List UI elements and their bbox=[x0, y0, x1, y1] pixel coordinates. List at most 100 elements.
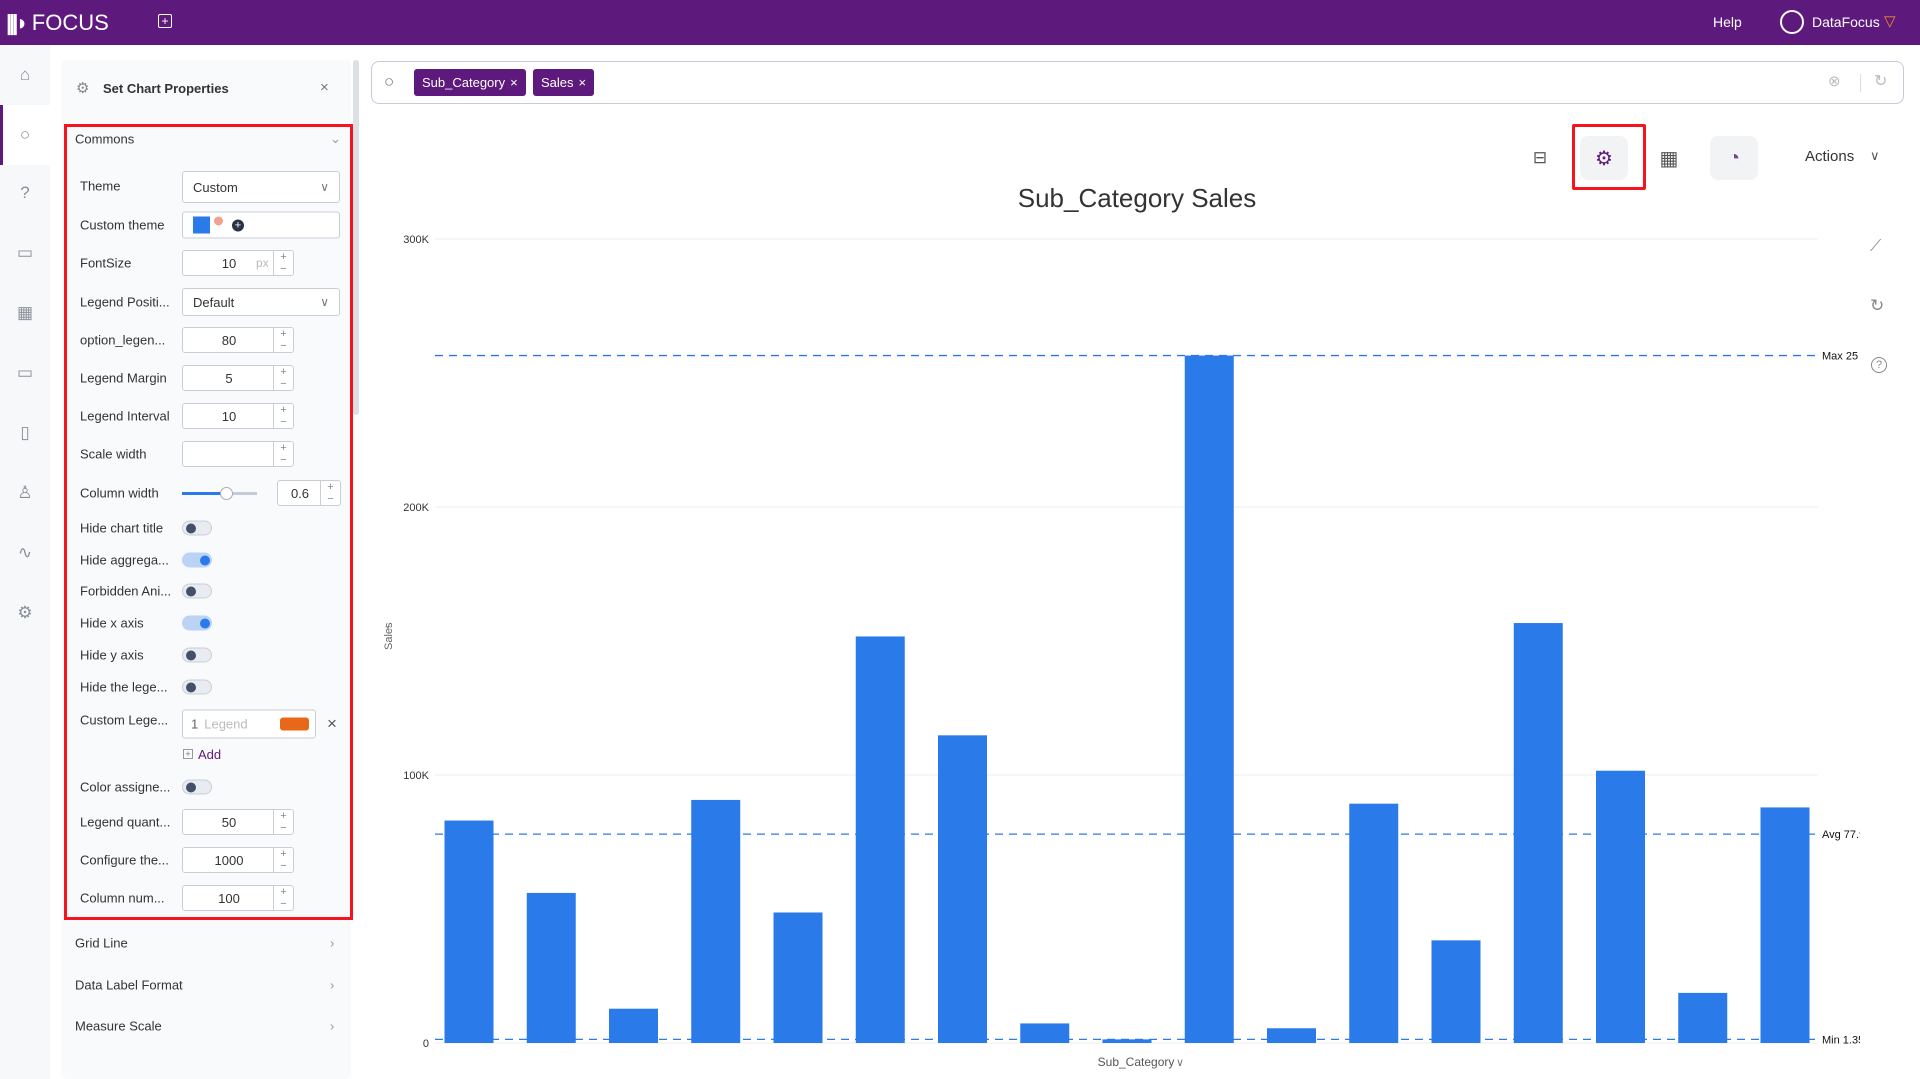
chart-type-icon[interactable]: ◔ bbox=[1710, 136, 1758, 180]
chart-info-icon[interactable]: ⊟ bbox=[1516, 136, 1564, 180]
trend-icon[interactable]: ⟋ bbox=[1870, 238, 1881, 256]
question-icon[interactable]: ? bbox=[13, 181, 37, 205]
search-chip[interactable]: Sub_Category × bbox=[414, 69, 526, 96]
configure-value: 1000 bbox=[214, 852, 244, 868]
stepper[interactable]: + − bbox=[273, 328, 293, 352]
reference-line-label: Min 1.35K bbox=[1822, 1034, 1860, 1046]
search-icon[interactable]: ○ bbox=[13, 123, 37, 147]
toggle-switch[interactable] bbox=[182, 615, 212, 631]
search-chip[interactable]: Sales × bbox=[533, 69, 595, 96]
scale-width-input[interactable]: + − bbox=[182, 441, 294, 467]
chevron-down-icon[interactable]: ⌄ bbox=[330, 131, 341, 147]
help-link[interactable]: Help bbox=[1713, 14, 1742, 30]
actions-menu[interactable]: Actions bbox=[1805, 148, 1854, 165]
refresh-search-icon[interactable]: ↻ bbox=[1874, 71, 1887, 91]
chevron-right-icon[interactable]: › bbox=[330, 978, 334, 993]
column-num-label: Column num... bbox=[80, 890, 165, 906]
stepper[interactable]: + − bbox=[320, 481, 340, 505]
column-width-slider[interactable] bbox=[182, 487, 257, 500]
theme-value: Custom bbox=[193, 179, 238, 195]
y-tick-label: 300K bbox=[403, 234, 429, 246]
home-icon[interactable]: ⌂ bbox=[13, 63, 37, 87]
custom-theme-label: Custom theme bbox=[80, 217, 165, 233]
legend-interval-input[interactable]: 10 + − bbox=[182, 403, 294, 429]
settings-icon[interactable]: ⚙ bbox=[13, 601, 37, 625]
stepper[interactable]: + − bbox=[273, 810, 293, 834]
toggle-switch[interactable] bbox=[182, 552, 212, 568]
legend-margin-input[interactable]: 5 + − bbox=[182, 365, 294, 391]
bar bbox=[773, 912, 823, 1043]
chip-label: Sales bbox=[541, 75, 574, 90]
configure-input[interactable]: 1000 + − bbox=[182, 847, 294, 873]
add-color-icon[interactable]: + bbox=[232, 219, 244, 231]
logo[interactable]: |||◗ FOCUS bbox=[6, 10, 109, 36]
toggle-label: Forbidden Ani... bbox=[80, 583, 172, 599]
configure-label: Configure the... bbox=[80, 852, 169, 868]
pulse-icon[interactable]: ∿ bbox=[13, 541, 37, 565]
remove-legend-icon[interactable]: × bbox=[327, 714, 337, 734]
chevron-right-icon[interactable]: › bbox=[330, 936, 334, 951]
custom-theme-field[interactable]: + bbox=[182, 211, 340, 239]
panel-scrollbar[interactable] bbox=[353, 60, 359, 415]
user-avatar-icon[interactable] bbox=[1780, 10, 1804, 34]
chip-close-icon[interactable]: × bbox=[510, 75, 518, 90]
refresh-icon[interactable]: ↻ bbox=[1870, 296, 1884, 316]
clear-search-icon[interactable]: ⊗ bbox=[1828, 72, 1841, 90]
stepper[interactable]: + − bbox=[273, 251, 293, 275]
fontsize-input[interactable]: 10 px + − bbox=[182, 250, 294, 276]
legend-color-swatch[interactable] bbox=[280, 717, 309, 731]
toggle-switch[interactable] bbox=[182, 583, 212, 599]
bar bbox=[938, 735, 987, 1043]
toggle-switch[interactable] bbox=[182, 647, 212, 663]
bar bbox=[1267, 1028, 1316, 1043]
y-tick-label: 200K bbox=[403, 502, 429, 514]
table-view-icon[interactable]: ▦ bbox=[1645, 136, 1693, 180]
color-assigned-toggle[interactable] bbox=[182, 779, 212, 795]
section-grid-line[interactable]: Grid Line bbox=[75, 936, 128, 951]
search-bar[interactable]: ○ Sub_Category × Sales × ⊗ ↻ bbox=[371, 61, 1904, 104]
toggle-label: Hide y axis bbox=[80, 647, 144, 663]
theme-select[interactable]: Custom ∨ bbox=[182, 171, 340, 203]
theme-color-swatch[interactable] bbox=[193, 216, 210, 234]
section-measure-scale[interactable]: Measure Scale bbox=[75, 1019, 162, 1034]
add-icon[interactable]: + bbox=[183, 749, 193, 759]
add-legend-button[interactable]: Add bbox=[198, 747, 221, 762]
chip-close-icon[interactable]: × bbox=[579, 75, 587, 90]
help-circle-icon[interactable]: ? bbox=[1871, 357, 1887, 373]
close-panel-icon[interactable]: × bbox=[320, 79, 329, 96]
user-name[interactable]: DataFocus bbox=[1812, 14, 1880, 30]
section-commons[interactable]: Commons bbox=[75, 132, 134, 147]
legend-name-input[interactable]: Legend bbox=[204, 717, 247, 732]
folder-icon[interactable]: ▭ bbox=[13, 361, 37, 385]
bar bbox=[691, 799, 741, 1043]
user-icon[interactable]: ♙ bbox=[13, 481, 37, 505]
stepper[interactable]: + − bbox=[273, 366, 293, 390]
bar bbox=[609, 1008, 658, 1043]
option-legend-input[interactable]: 80 + − bbox=[182, 327, 294, 353]
bar bbox=[1760, 807, 1810, 1043]
toggle-switch[interactable] bbox=[182, 679, 212, 695]
legend-quantity-input[interactable]: 50 + − bbox=[182, 809, 294, 835]
new-tab-icon[interactable]: + bbox=[158, 14, 172, 28]
column-num-input[interactable]: 100 + − bbox=[182, 885, 294, 911]
stepper[interactable]: + − bbox=[273, 442, 293, 466]
chevron-down-icon[interactable]: ∨ bbox=[1870, 148, 1880, 164]
fontsize-label: FontSize bbox=[80, 255, 132, 271]
stepper[interactable]: + − bbox=[273, 848, 293, 872]
stepper[interactable]: + − bbox=[273, 404, 293, 428]
column-width-input[interactable]: 0.6 + − bbox=[277, 480, 341, 506]
stepper[interactable]: + − bbox=[273, 886, 293, 910]
remove-color-icon[interactable] bbox=[214, 216, 223, 226]
legend-index: 1 bbox=[191, 716, 199, 732]
clipboard-icon[interactable]: ▯ bbox=[13, 421, 37, 445]
legend-position-select[interactable]: Default ∨ bbox=[182, 288, 340, 316]
custom-legend-field[interactable]: 1 Legend bbox=[182, 709, 316, 739]
presentation-icon[interactable]: ▭ bbox=[13, 241, 37, 265]
option-legend-value: 80 bbox=[221, 332, 237, 348]
section-data-label-format[interactable]: Data Label Format bbox=[75, 978, 183, 993]
toggle-switch[interactable] bbox=[182, 520, 212, 536]
color-assigned-label: Color assigne... bbox=[80, 779, 171, 795]
table-icon[interactable]: ▦ bbox=[13, 301, 37, 325]
chevron-right-icon[interactable]: › bbox=[330, 1019, 334, 1034]
slider-handle[interactable] bbox=[220, 487, 233, 500]
